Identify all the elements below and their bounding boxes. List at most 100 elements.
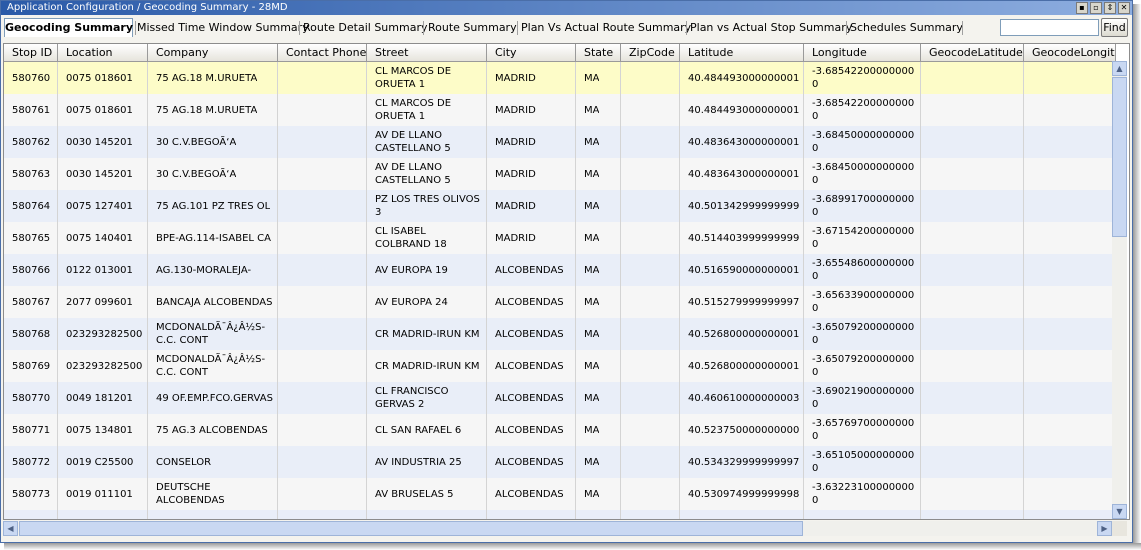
table-cell: CR MADRID-IRUN KM — [367, 318, 487, 350]
cell-text: 580762 — [12, 136, 51, 148]
column-header[interactable]: GeocodeLongitude — [1024, 44, 1116, 62]
table-cell: ALCOBENDAS — [487, 446, 576, 478]
scroll-left-icon[interactable]: ◀ — [3, 521, 18, 536]
tab-route-detail-summary[interactable]: Route Detail Summary — [303, 19, 428, 37]
table-cell: 0075 018601 — [58, 62, 148, 94]
table-cell: MADRID — [487, 62, 576, 94]
table-cell — [1024, 62, 1116, 94]
tab-missed-time-window-summary[interactable]: Missed Time Window Summary — [137, 19, 309, 37]
table-cell — [1024, 94, 1116, 126]
cell-text: CL MARCOS DE ORUETA 1 — [375, 66, 452, 90]
table-cell — [278, 126, 367, 158]
table-row[interactable]: 580766 0122 013001 AG.130-MORALEJA- AV EURO… — [4, 254, 1116, 286]
column-header[interactable]: Location — [58, 44, 148, 62]
horizontal-scrollbar[interactable]: ◀ ▶ — [3, 521, 1112, 536]
table-cell — [621, 414, 680, 446]
table-row[interactable]: 580768 023293282500 MCDONALDÃ¯Â¿Â½S-C.C. C… — [4, 318, 1116, 350]
tab-plan-vs-actual-route-summary[interactable]: Plan Vs Actual Route Summary — [521, 19, 691, 37]
cell-text: -3.685422000000000 — [812, 98, 915, 122]
table-row[interactable]: INDRA SISTEMAS - — [4, 510, 1116, 521]
column-header[interactable]: State — [576, 44, 621, 62]
table-cell: CR MADRID-IRUN KM — [367, 350, 487, 382]
table-cell — [278, 94, 367, 126]
table-cell: MADRID — [487, 190, 576, 222]
cell-text: AV BRUSELAS 5 — [375, 488, 454, 500]
table-cell — [1024, 158, 1116, 190]
column-header[interactable]: Street — [367, 44, 487, 62]
table-cell — [921, 414, 1024, 446]
cell-text: 75 AG.3 ALCOBENDAS — [156, 424, 268, 436]
table-cell: 40.515279999999997 — [680, 286, 804, 318]
table-cell: -3.650792000000000 — [804, 350, 921, 382]
table-cell: CL MARCOS DE ORUETA 1 — [367, 94, 487, 126]
cell-text: ALCOBENDAS — [495, 296, 564, 308]
cell-text: MA — [584, 424, 600, 436]
scroll-right-icon[interactable]: ▶ — [1097, 521, 1112, 536]
find-input[interactable] — [1000, 19, 1099, 36]
table-cell: MCDONALDÃ¯Â¿Â½S-C.C. CONT — [148, 350, 278, 382]
column-header[interactable]: Longitude — [804, 44, 921, 62]
table-row[interactable]: 580770 0049 181201 49 OF.EMP.FCO.GERVAS CL … — [4, 382, 1116, 414]
table-cell — [278, 286, 367, 318]
column-header[interactable]: City — [487, 44, 576, 62]
table-row[interactable]: 580761 0075 018601 75 AG.18 M.URUETA CL MAR… — [4, 94, 1116, 126]
cell-text: ALCOBENDAS — [495, 392, 564, 404]
table-cell: 580764 — [4, 190, 58, 222]
cell-text: 580767 — [12, 296, 51, 308]
table-row[interactable]: 580769 023293282500 MCDONALDÃ¯Â¿Â½S-C.C. C… — [4, 350, 1116, 382]
tab-route-summary[interactable]: Route Summary — [428, 19, 517, 37]
vertical-scrollbar[interactable]: ▲ ▼ — [1112, 61, 1127, 519]
table-row[interactable]: 580765 0075 140401 BPE-AG.114-ISABEL CA CL … — [4, 222, 1116, 254]
table-cell — [278, 510, 367, 519]
column-header[interactable]: GeocodeLatitude — [921, 44, 1024, 62]
column-header[interactable]: Contact Phone — [278, 44, 367, 62]
table-cell — [921, 478, 1024, 510]
lock-icon[interactable]: ▫ — [1090, 2, 1102, 14]
table-cell — [58, 510, 148, 519]
table-row[interactable]: 580767 2077 099601 BANCAJA ALCOBENDAS AV EU… — [4, 286, 1116, 318]
cell-text: MADRID — [495, 72, 536, 84]
table-cell: 580768 — [4, 318, 58, 350]
table-cell: ALCOBENDAS — [487, 414, 576, 446]
table-cell — [367, 510, 487, 519]
table-cell: CONSELOR — [148, 446, 278, 478]
scroll-up-icon[interactable]: ▲ — [1112, 61, 1127, 76]
table-row[interactable]: 580771 0075 134801 75 AG.3 ALCOBENDAS CL SA… — [4, 414, 1116, 446]
cell-text: ALCOBENDAS — [495, 328, 564, 340]
tab-schedules-summary[interactable]: Schedules Summary — [850, 19, 963, 37]
column-header[interactable]: Stop ID — [4, 44, 58, 62]
cell-text: PZ LOS TRES OLIVOS 3 — [375, 194, 480, 218]
tab-geocoding-summary[interactable]: Geocoding Summary — [4, 18, 133, 37]
table-cell: 023293282500 — [58, 318, 148, 350]
column-header[interactable]: Company — [148, 44, 278, 62]
close-icon[interactable]: ✕ — [1118, 2, 1130, 14]
table-cell — [621, 446, 680, 478]
cell-text: 75 AG.18 M.URUETA — [156, 104, 258, 116]
table-cell: 40.484493000000001 — [680, 94, 804, 126]
table-cell — [621, 478, 680, 510]
column-header[interactable]: Latitude — [680, 44, 804, 62]
cell-text: MA — [584, 72, 600, 84]
table-row[interactable]: 580764 0075 127401 75 AG.101 PZ TRES OL PZ … — [4, 190, 1116, 222]
table-row[interactable]: 580762 0030 145201 30 C.V.BEGOÃ‘A AV DE LLA… — [4, 126, 1116, 158]
scroll-down-icon[interactable]: ▼ — [1112, 504, 1127, 519]
table-cell — [621, 254, 680, 286]
horizontal-scroll-thumb[interactable] — [19, 521, 803, 536]
table-row[interactable]: 580772 0019 C25500 CONSELOR AV INDUSTRIA 25… — [4, 446, 1116, 478]
table-cell: BPE-AG.114-ISABEL CA — [148, 222, 278, 254]
column-header[interactable]: ZipCode — [621, 44, 680, 62]
save-icon[interactable]: ▪ — [1076, 2, 1088, 14]
window-controls: ▪ ▫ ⇕ ✕ — [1076, 2, 1130, 14]
cell-text: - — [812, 520, 816, 521]
find-button[interactable]: Find — [1101, 18, 1128, 37]
tab-plan-vs-actual-stop-summary[interactable]: Plan vs Actual Stop Summary — [690, 19, 852, 37]
table-cell: MA — [576, 286, 621, 318]
vertical-scroll-thumb[interactable] — [1112, 77, 1127, 237]
table-row[interactable]: 580773 0019 011101 DEUTSCHE ALCOBENDAS AV B… — [4, 478, 1116, 510]
table-row[interactable]: 580760 0075 018601 75 AG.18 M.URUETA CL MAR… — [4, 62, 1116, 94]
cell-text: 0019 C25500 — [66, 456, 134, 468]
table-row[interactable]: 580763 0030 145201 30 C.V.BEGOÃ‘A AV DE LLA… — [4, 158, 1116, 190]
restore-icon[interactable]: ⇕ — [1104, 2, 1116, 14]
table-cell — [621, 126, 680, 158]
table-cell: MA — [576, 318, 621, 350]
